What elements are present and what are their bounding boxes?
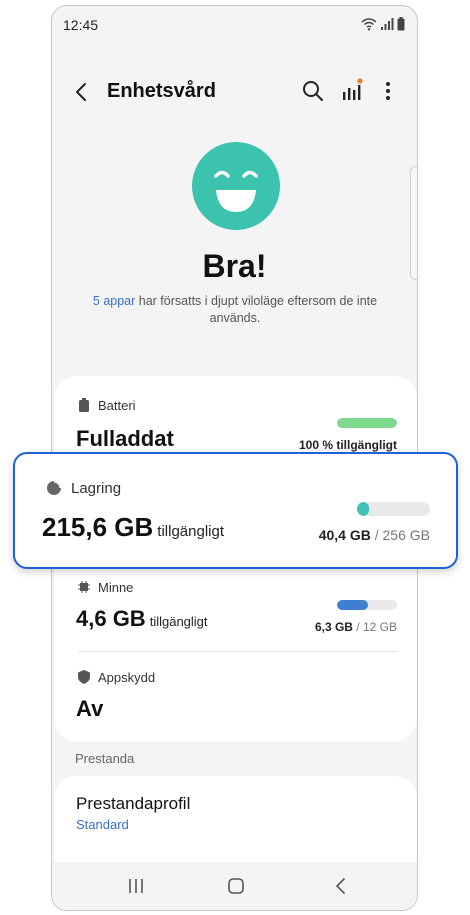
storage-separator: / [370,527,383,543]
back-arrow-icon[interactable] [70,80,94,104]
memory-unit: tillgängligt [149,614,208,629]
memory-used: 6,3 GB [314,620,353,634]
memory-value: 4,6 GB [76,606,146,631]
storage-pie-icon [47,481,61,495]
battery-icon [79,398,89,412]
wifi-icon [361,18,377,31]
battery-bar [337,418,397,428]
section-header-performance: Prestanda [75,751,135,766]
notification-dot [357,78,363,84]
storage-row[interactable]: Lagring 215,6 GB tillgängligt 40,4 GB / 2… [13,452,458,569]
storage-value: 215,6 GB [42,512,154,542]
battery-caption-text: 100 % tillgängligt [298,438,397,452]
performance-profile-title: Prestandaprofil [76,794,191,813]
app-protection-label: Appskydd [98,670,156,685]
search-icon[interactable] [301,79,325,103]
navigation-bar [52,862,417,910]
battery-label: Batteri [98,398,136,413]
storage-label: Lagring [71,480,122,497]
shield-icon [78,670,90,684]
storage-bar-fill [357,502,369,516]
memory-total: 12 GB [362,620,397,634]
app-protection-value: Av [76,696,104,721]
memory-bar-fill [337,600,369,610]
smiley-face-icon [192,142,280,230]
battery-status-icon [397,17,405,31]
page-title: Enhetsvård [107,80,216,102]
status-title: Bra! [202,248,267,284]
status-time: 12:45 [63,17,99,33]
battery-value: Fulladdat [76,426,174,451]
status-description-text: har försatts i djupt viloläge eftersom d… [135,294,378,325]
bar-chart-icon[interactable] [339,76,365,104]
memory-caption: 6,3 GB / 12 GB [254,620,397,634]
memory-label: Minne [98,580,134,595]
performance-profile-card[interactable]: Prestandaprofil Standard [54,776,417,876]
status-bar: 12:45 [52,6,417,46]
memory-chip-icon [78,581,90,593]
signal-icon [381,18,394,30]
battery-bar-fill [337,418,397,428]
app-bar: Enhetsvård [52,68,417,116]
home-icon[interactable] [225,876,247,896]
storage-used: 40,4 GB [318,527,371,543]
storage-unit: tillgängligt [157,523,225,540]
back-icon[interactable] [330,876,352,896]
recents-icon[interactable] [125,876,147,896]
storage-bar [357,502,430,516]
storage-value-container: 215,6 GB tillgängligt [42,512,224,543]
divider [78,651,398,652]
status-description: 5 appar har försatts i djupt viloläge ef… [80,293,390,327]
memory-value-container: 4,6 GB tillgängligt [76,606,208,632]
storage-caption: 40,4 GB / 256 GB [255,527,430,543]
apps-link[interactable]: 5 appar [93,294,135,308]
memory-separator: / [352,620,363,634]
more-vert-icon[interactable] [378,79,398,103]
memory-bar [337,600,397,610]
status-icons [361,17,405,31]
battery-caption: 100 % tillgängligt [254,438,397,452]
storage-total: 256 GB [382,527,430,543]
performance-profile-value: Standard [76,817,129,832]
